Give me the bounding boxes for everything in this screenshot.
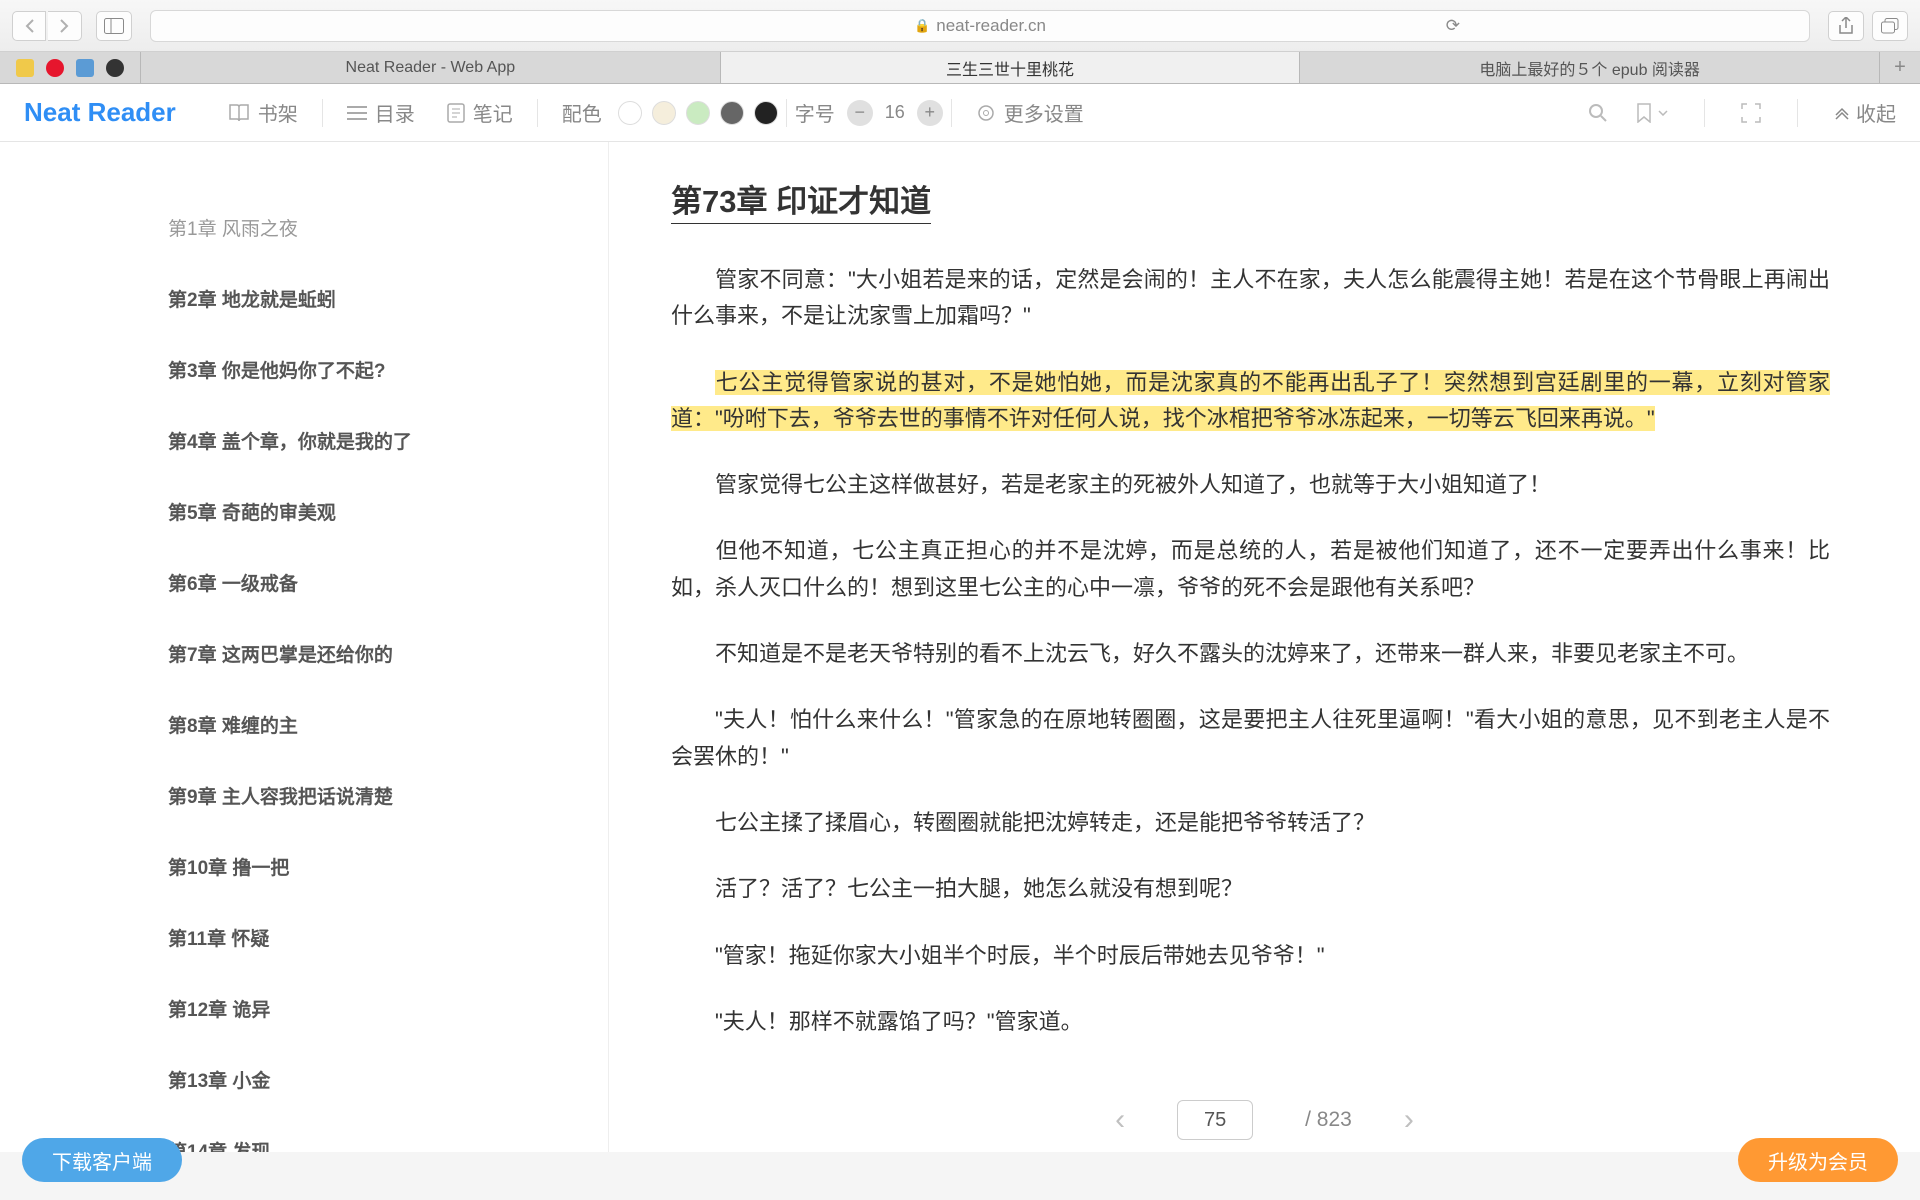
- book-icon: [228, 103, 250, 123]
- font-size-value: 16: [885, 102, 905, 123]
- font-label: 字号: [795, 98, 835, 127]
- fullscreen-button[interactable]: [1741, 103, 1761, 123]
- chapter-title: 第73章 印证才知道: [671, 176, 931, 224]
- divider: [537, 99, 538, 127]
- divider: [786, 99, 787, 127]
- paragraph: 但他不知道，七公主真正担心的并不是沈婷，而是总统的人，若是被他们知道了，还不一定…: [671, 533, 1830, 606]
- favicon-4[interactable]: [106, 59, 124, 77]
- tab-3[interactable]: 电脑上最好的５个 epub 阅读器: [1300, 52, 1880, 83]
- font-control: 字号 − 16 +: [795, 98, 943, 127]
- shelf-button[interactable]: 书架: [212, 98, 314, 127]
- download-button[interactable]: 下载客户端: [22, 1138, 182, 1182]
- tabs-button[interactable]: [1872, 11, 1908, 41]
- safari-sidebar-button[interactable]: [96, 11, 132, 41]
- favicon-strip: [0, 52, 141, 83]
- color-dots: [618, 101, 778, 125]
- paragraph: 活了？活了？七公主一拍大腿，她怎么就没有想到呢？: [671, 871, 1830, 907]
- toc-item[interactable]: 第3章 你是他妈你了不起?: [168, 334, 558, 405]
- right-icons: 收起: [1588, 98, 1896, 127]
- paragraph: 管家不同意："大小姐若是来的话，定然是会闹的！主人不在家，夫人怎么能震得主她！若…: [671, 262, 1830, 335]
- upgrade-button[interactable]: 升级为会员: [1738, 1138, 1898, 1182]
- toc-button[interactable]: 目录: [331, 98, 431, 127]
- toc-item[interactable]: 第10章 撸一把: [168, 831, 558, 902]
- theme-black[interactable]: [754, 101, 778, 125]
- toc-sidebar: 第1章 风雨之夜 第2章 地龙就是蚯蚓 第3章 你是他妈你了不起? 第4章 盖个…: [0, 142, 608, 1152]
- toc-item[interactable]: 第6章 一级戒备: [168, 547, 558, 618]
- paragraph: 不知道是不是老天爷特别的看不上沈云飞，好久不露头的沈婷来了，还带来一群人来，非要…: [671, 636, 1830, 672]
- toc-item[interactable]: 第14章 发现: [168, 1115, 558, 1152]
- paragraph: "夫人！怕什么来什么！"管家急的在原地转圈圈，这是要把主人往死里逼啊！"看大小姐…: [671, 702, 1830, 775]
- paragraph: 七公主觉得管家说的甚对，不是她怕她，而是沈家真的不能再出乱子了！突然想到宫廷剧里…: [671, 365, 1830, 438]
- notes-button[interactable]: 笔记: [431, 98, 529, 127]
- bookmark-button[interactable]: [1636, 103, 1668, 123]
- toc-item[interactable]: 第7章 这两巴掌是还给你的: [168, 618, 558, 689]
- favicon-3[interactable]: [76, 59, 94, 77]
- url-text: neat-reader.cn: [936, 16, 1046, 36]
- url-bar[interactable]: 🔒 neat-reader.cn ⟳: [150, 10, 1810, 42]
- forward-button[interactable]: [48, 11, 82, 41]
- search-icon: [1588, 103, 1608, 123]
- more-settings-button[interactable]: 更多设置: [960, 98, 1100, 127]
- font-decrease[interactable]: −: [847, 100, 873, 126]
- paragraph: 管家觉得七公主这样做甚好，若是老家主的死被外人知道了，也就等于大小姐知道了！: [671, 467, 1830, 503]
- back-button[interactable]: [12, 11, 46, 41]
- share-button[interactable]: [1828, 11, 1864, 41]
- theme-beige[interactable]: [652, 101, 676, 125]
- tab-2[interactable]: 三生三世十里桃花: [721, 52, 1301, 83]
- toc-item[interactable]: 第2章 地龙就是蚯蚓: [168, 263, 558, 334]
- pager: ‹ / 823 ›: [609, 1088, 1920, 1152]
- next-page-button[interactable]: ›: [1404, 1103, 1414, 1137]
- double-chevron-icon: [1834, 106, 1850, 120]
- divider: [951, 99, 952, 127]
- note-icon: [447, 103, 465, 123]
- new-tab-button[interactable]: +: [1880, 52, 1920, 83]
- theme-green[interactable]: [686, 101, 710, 125]
- theme-dark[interactable]: [720, 101, 744, 125]
- app-toolbar: Neat Reader 书架 目录 笔记 配色 字号 − 16 + 更多设置: [0, 84, 1920, 142]
- font-increase[interactable]: +: [917, 100, 943, 126]
- collapse-button[interactable]: 收起: [1834, 98, 1896, 127]
- favicon-weibo[interactable]: [46, 59, 64, 77]
- list-icon: [347, 105, 367, 121]
- tab-bar: Neat Reader - Web App 三生三世十里桃花 电脑上最好的５个 …: [0, 52, 1920, 84]
- bookmark-icon: [1636, 103, 1652, 123]
- favicon-1[interactable]: [16, 59, 34, 77]
- search-button[interactable]: [1588, 103, 1608, 123]
- divider: [322, 99, 323, 127]
- toc-item[interactable]: 第13章 小金: [168, 1044, 558, 1115]
- divider: [1797, 99, 1798, 127]
- divider: [1704, 99, 1705, 127]
- toc-item[interactable]: 第1章 风雨之夜: [168, 192, 558, 263]
- app-logo: Neat Reader: [24, 97, 176, 128]
- page-input[interactable]: [1177, 1100, 1253, 1140]
- toc-item[interactable]: 第9章 主人容我把话说清楚: [168, 760, 558, 831]
- reader: 第73章 印证才知道 管家不同意："大小姐若是来的话，定然是会闹的！主人不在家，…: [609, 142, 1920, 1102]
- gear-icon: [976, 103, 996, 123]
- fullscreen-icon: [1741, 103, 1761, 123]
- paragraph: 七公主揉了揉眉心，转圈圈就能把沈婷转走，还是能把爷爷转活了？: [671, 805, 1830, 841]
- tab-1[interactable]: Neat Reader - Web App: [141, 52, 721, 83]
- chevron-down-icon: [1658, 110, 1668, 116]
- reload-icon[interactable]: ⟳: [1446, 16, 1460, 36]
- toc-item[interactable]: 第12章 诡异: [168, 973, 558, 1044]
- page-total: / 823: [1305, 1108, 1352, 1132]
- paragraph: "管家！拖延你家大小姐半个时辰，半个时辰后带她去见爷爷！": [671, 938, 1830, 974]
- paragraph: "夫人！那样不就露馅了吗？"管家道。: [671, 1004, 1830, 1040]
- toc-item[interactable]: 第5章 奇葩的审美观: [168, 476, 558, 547]
- lock-icon: 🔒: [914, 18, 930, 34]
- toc-item[interactable]: 第4章 盖个章，你就是我的了: [168, 405, 558, 476]
- nav-group: [12, 11, 82, 41]
- safari-toolbar: 🔒 neat-reader.cn ⟳: [0, 0, 1920, 52]
- color-label: 配色: [546, 98, 618, 127]
- reader-wrap: 第73章 印证才知道 管家不同意："大小姐若是来的话，定然是会闹的！主人不在家，…: [608, 142, 1920, 1152]
- main: 第1章 风雨之夜 第2章 地龙就是蚯蚓 第3章 你是他妈你了不起? 第4章 盖个…: [0, 142, 1920, 1152]
- toc-item[interactable]: 第11章 怀疑: [168, 902, 558, 973]
- toc-item[interactable]: 第8章 难缠的主: [168, 689, 558, 760]
- prev-page-button[interactable]: ‹: [1115, 1103, 1125, 1137]
- theme-white[interactable]: [618, 101, 642, 125]
